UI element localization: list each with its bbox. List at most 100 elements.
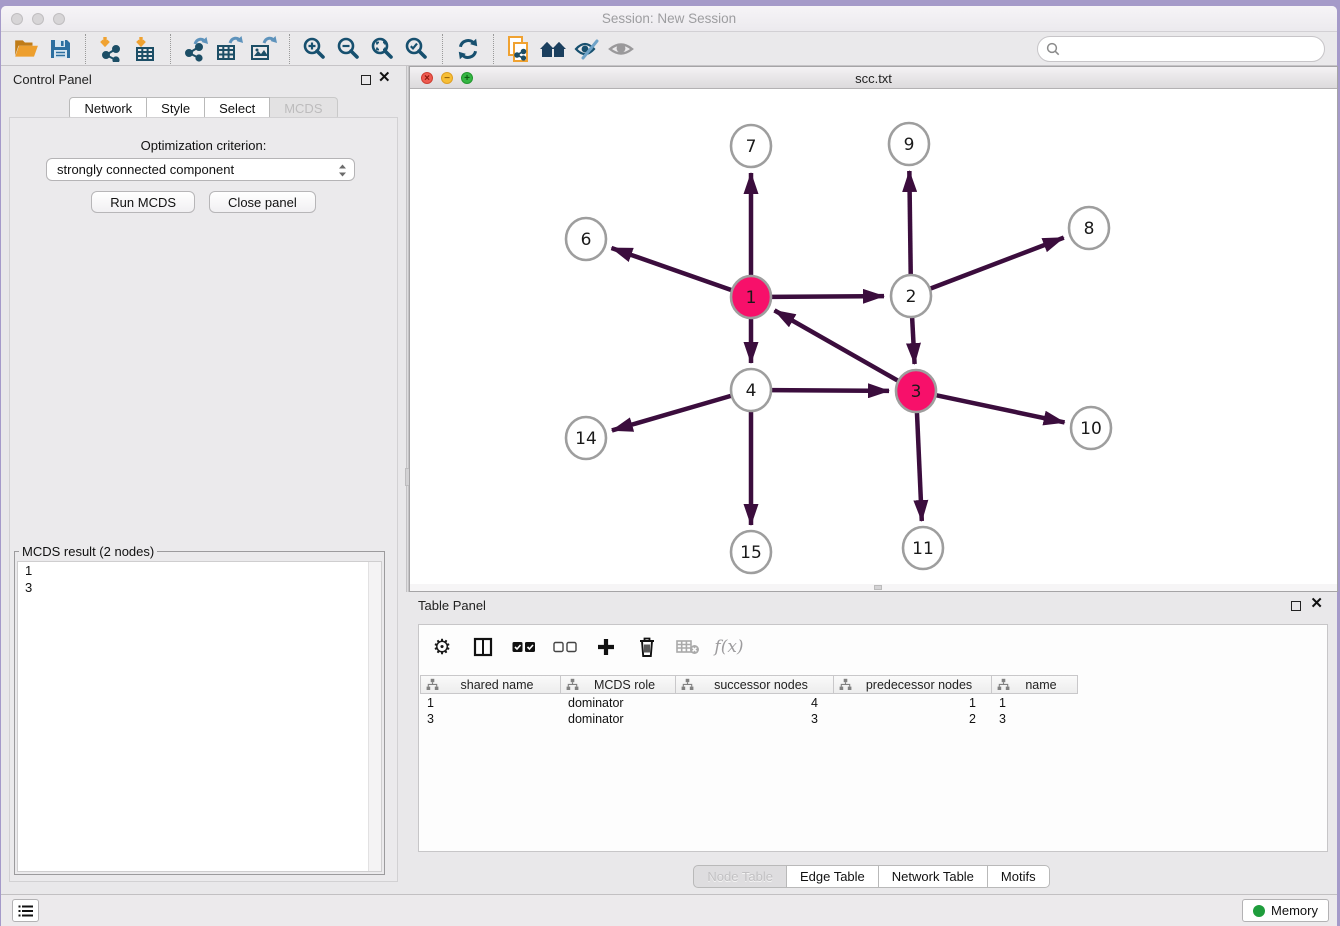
svg-text:2: 2	[906, 287, 917, 307]
mcds-result-title: MCDS result (2 nodes)	[19, 544, 157, 559]
search-input[interactable]	[1066, 41, 1316, 58]
column-header-name[interactable]: name	[992, 675, 1078, 694]
column-header-successor-nodes[interactable]: successor nodes	[676, 675, 834, 694]
zoom-fit-icon[interactable]	[366, 34, 400, 64]
network-hscroll-thumb[interactable]	[874, 585, 882, 590]
delete-column-icon[interactable]	[634, 634, 660, 660]
split-columns-icon[interactable]	[470, 634, 496, 660]
result-scrollbar[interactable]	[368, 562, 381, 871]
tab-motifs[interactable]: Motifs	[988, 865, 1050, 888]
table-tabs: Node Table Edge Table Network Table Moti…	[406, 865, 1337, 888]
column-header-predecessor-nodes[interactable]: predecessor nodes	[834, 675, 992, 694]
import-network-icon[interactable]	[94, 34, 128, 64]
table-cell[interactable]: dominator	[561, 711, 676, 727]
node-table-body: 1dominator4113dominator323	[420, 695, 1326, 727]
first-neighbors-icon[interactable]	[536, 34, 570, 64]
function-builder-icon[interactable]: f(x)	[716, 634, 742, 660]
graph-edge-2-8[interactable]	[931, 238, 1064, 289]
graph-node-15[interactable]: 15	[731, 531, 771, 573]
refresh-view-icon[interactable]	[451, 34, 485, 64]
graph-node-2[interactable]: 2	[891, 275, 931, 317]
table-cell[interactable]: 4	[676, 695, 834, 711]
tab-node-table[interactable]: Node Table	[693, 865, 787, 888]
clone-network-icon[interactable]	[502, 34, 536, 64]
memory-status-icon	[1253, 905, 1265, 917]
hide-all-columns-icon[interactable]	[552, 634, 578, 660]
graph-node-8[interactable]: 8	[1069, 207, 1109, 249]
column-header-shared-name[interactable]: shared name	[420, 675, 561, 694]
search-box	[1037, 36, 1325, 62]
graph-edge-2-9[interactable]	[909, 171, 910, 275]
graph-node-7[interactable]: 7	[731, 125, 771, 167]
network-canvas[interactable]: 7 9 6 8 1 2 4 3 14 10 15 11	[410, 89, 1337, 591]
main-titlebar: Session: New Session	[1, 6, 1337, 32]
export-network-icon[interactable]	[179, 34, 213, 64]
table-cell[interactable]: dominator	[561, 695, 676, 711]
zoom-in-icon[interactable]	[298, 34, 332, 64]
svg-text:9: 9	[904, 135, 915, 155]
table-cell[interactable]: 1	[992, 695, 1078, 711]
graph-edge-3-1[interactable]	[774, 310, 897, 380]
import-table-icon[interactable]	[128, 34, 162, 64]
mcds-result-list[interactable]: 13	[17, 561, 382, 872]
table-cell[interactable]: 3	[420, 711, 561, 727]
table-cell[interactable]: 1	[420, 695, 561, 711]
graph-edge-1-6[interactable]	[611, 248, 731, 290]
save-session-icon[interactable]	[43, 34, 77, 64]
add-column-icon[interactable]	[593, 634, 619, 660]
table-row[interactable]: 3dominator323	[420, 711, 1326, 727]
main-toolbar	[1, 32, 1337, 66]
zoom-out-icon[interactable]	[332, 34, 366, 64]
graph-node-14[interactable]: 14	[566, 417, 606, 459]
zoom-selected-icon[interactable]	[400, 34, 434, 64]
criterion-dropdown[interactable]: strongly connected component	[46, 158, 355, 181]
table-cell[interactable]: 1	[834, 695, 992, 711]
table-row[interactable]: 1dominator411	[420, 695, 1326, 711]
float-panel-icon[interactable]	[361, 75, 371, 85]
network-graph[interactable]: 7 9 6 8 1 2 4 3 14 10 15 11	[410, 89, 1337, 585]
close-panel-button[interactable]: Close panel	[209, 191, 316, 213]
column-header-MCDS-role[interactable]: MCDS role	[561, 675, 676, 694]
table-float-icon[interactable]	[1291, 601, 1301, 611]
graph-node-9[interactable]: 9	[889, 123, 929, 165]
svg-text:15: 15	[740, 543, 762, 563]
table-settings-icon[interactable]: ⚙	[429, 634, 455, 660]
optimization-criterion-label: Optimization criterion:	[10, 138, 397, 153]
delete-table-icon[interactable]	[675, 634, 701, 660]
table-cell[interactable]: 3	[676, 711, 834, 727]
svg-text:11: 11	[912, 539, 934, 559]
graph-node-1[interactable]: 1	[731, 276, 771, 318]
graph-edge-4-14[interactable]	[612, 396, 731, 431]
graph-node-10[interactable]: 10	[1071, 407, 1111, 449]
graph-node-4[interactable]: 4	[731, 369, 771, 411]
graph-node-6[interactable]: 6	[566, 218, 606, 260]
task-history-button[interactable]	[12, 899, 39, 922]
tab-edge-table[interactable]: Edge Table	[787, 865, 879, 888]
table-close-icon[interactable]: ✕	[1310, 596, 1323, 612]
export-image-icon[interactable]	[247, 34, 281, 64]
network-hscrollbar[interactable]	[410, 584, 1337, 591]
table-cell[interactable]: 3	[992, 711, 1078, 727]
mcds-result-box: MCDS result (2 nodes) 13	[14, 544, 385, 875]
tab-network-table[interactable]: Network Table	[879, 865, 988, 888]
memory-button[interactable]: Memory	[1242, 899, 1329, 922]
close-panel-icon[interactable]: ✕	[378, 70, 391, 86]
export-table-icon[interactable]	[213, 34, 247, 64]
graph-node-11[interactable]: 11	[903, 527, 943, 569]
hide-graphics-details-icon[interactable]	[570, 34, 604, 64]
graph-node-3[interactable]: 3	[896, 370, 936, 412]
graph-edge-2-3[interactable]	[912, 317, 914, 364]
mcds-result-node[interactable]: 3	[18, 579, 381, 596]
graph-edge-3-11[interactable]	[917, 412, 922, 521]
graph-edge-3-10[interactable]	[937, 395, 1065, 422]
graph-edge-4-3[interactable]	[772, 390, 889, 391]
show-all-columns-icon[interactable]	[511, 634, 537, 660]
table-cell[interactable]: 2	[834, 711, 992, 727]
run-mcds-button[interactable]: Run MCDS	[91, 191, 195, 213]
list-icon	[18, 904, 34, 918]
graph-edge-1-2[interactable]	[772, 296, 884, 297]
show-graphics-details-icon[interactable]	[604, 34, 638, 64]
mcds-result-node[interactable]: 1	[18, 562, 381, 579]
open-file-icon[interactable]	[9, 34, 43, 64]
toolbar-separator	[289, 34, 290, 64]
